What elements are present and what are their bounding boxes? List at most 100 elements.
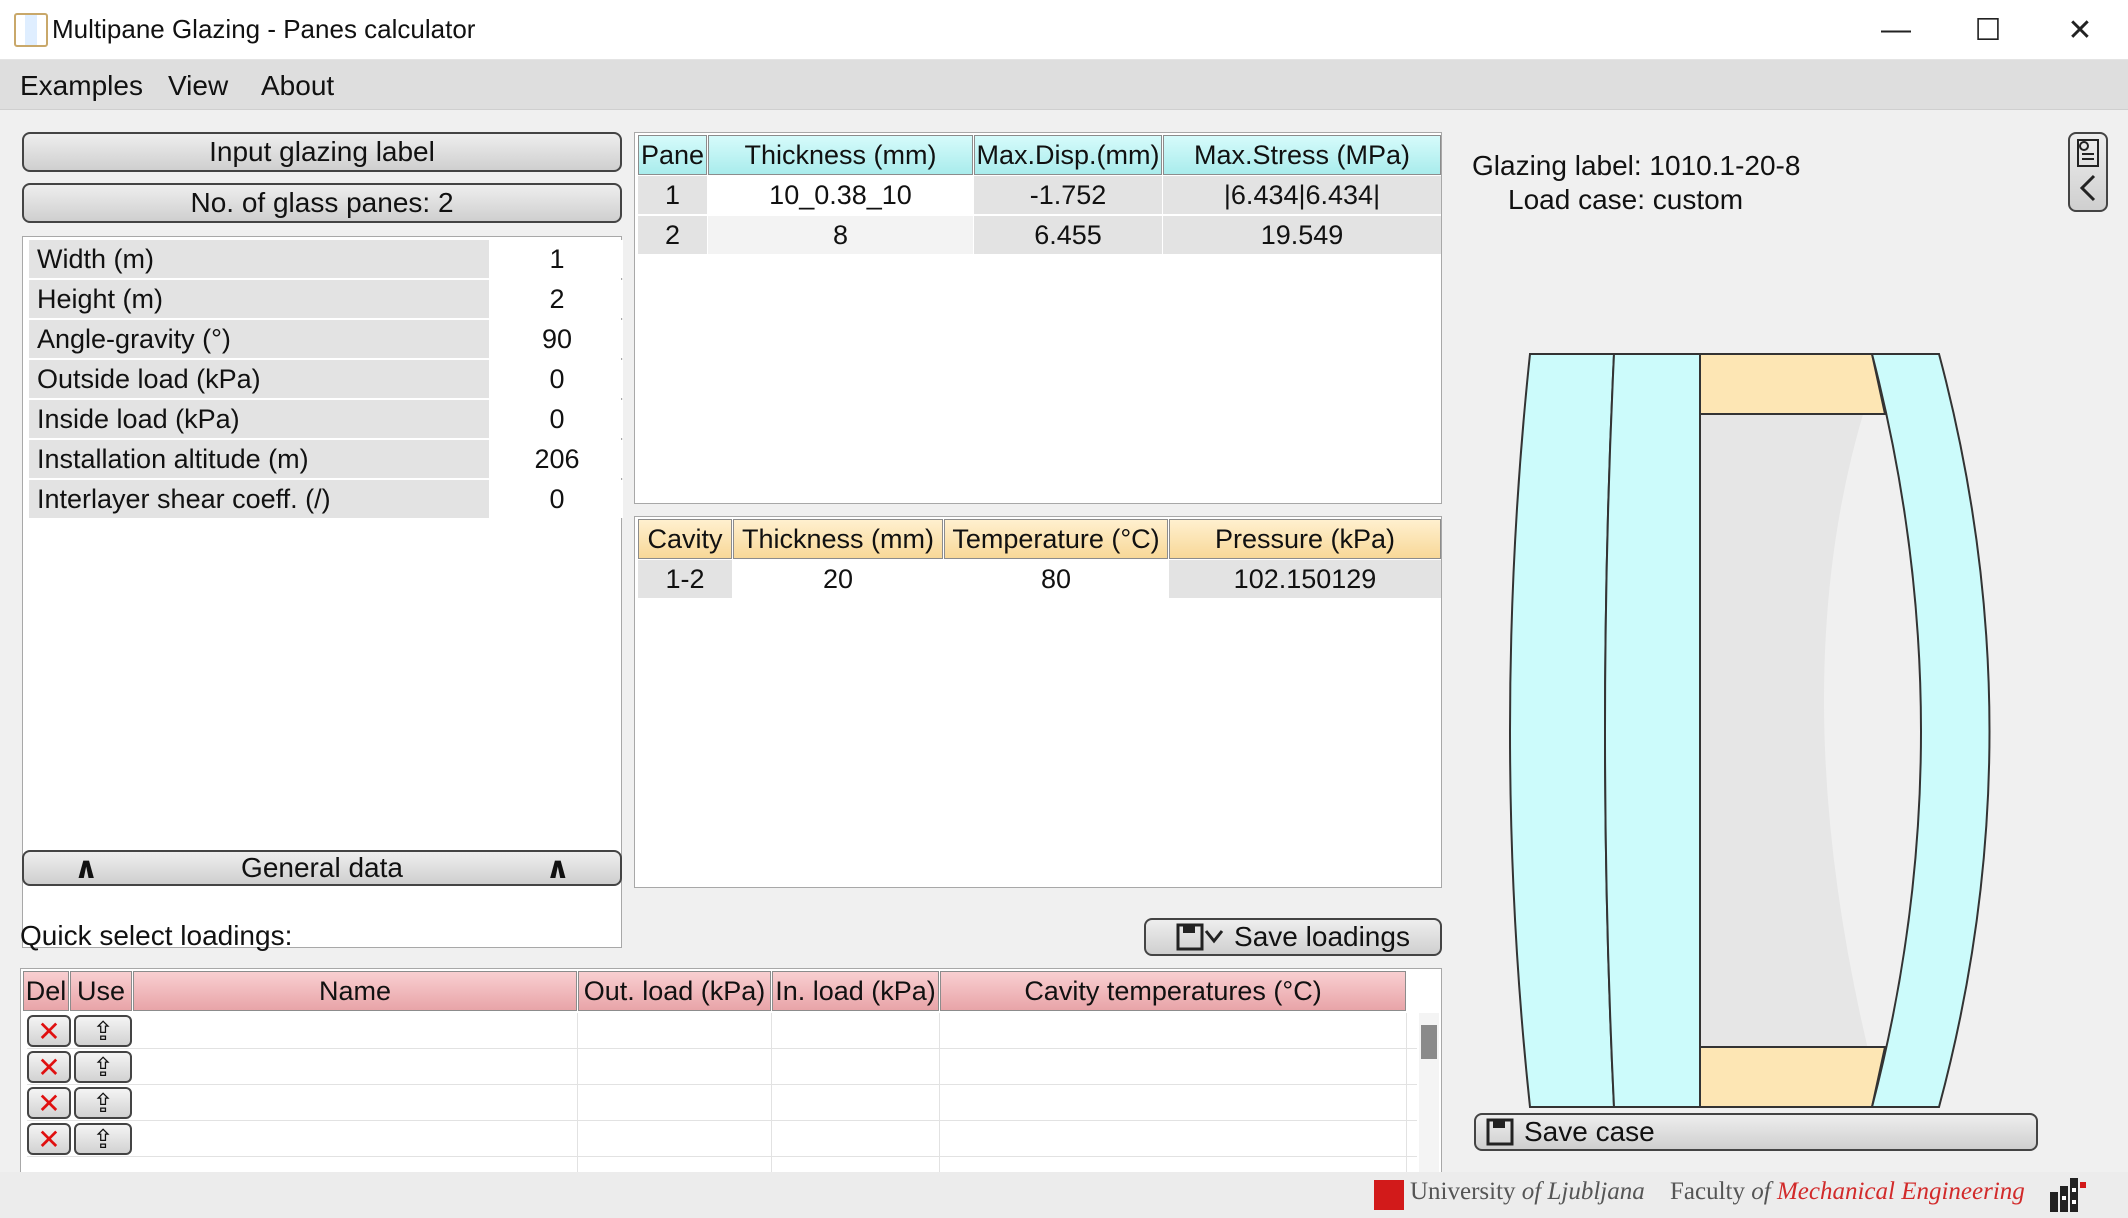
pane-1-inner-leaf: [1604, 353, 1701, 1108]
cavity-1-thickness[interactable]: 20: [733, 560, 943, 598]
general-data-text: General data: [241, 852, 403, 883]
property-name: Angle-gravity (°): [29, 320, 489, 358]
inside-load-input[interactable]: 0: [491, 400, 623, 438]
cavity-1-pressure: 102.150129: [1169, 560, 1441, 598]
property-row-angle: Angle-gravity (°) 90: [29, 320, 623, 358]
scrollbar-thumb[interactable]: [1421, 1025, 1437, 1059]
loadings-header-use: Use: [70, 971, 132, 1011]
loading-row: ✕ ⇪: [27, 1121, 1417, 1157]
main-content: Input glazing label No. of glass panes: …: [0, 110, 2128, 1218]
delete-row-button[interactable]: ✕: [27, 1087, 71, 1119]
pane-2-thickness[interactable]: 8: [708, 216, 973, 254]
delete-row-button[interactable]: ✕: [27, 1051, 71, 1083]
altitude-input[interactable]: 206: [491, 440, 623, 478]
panes-table: Pane Thickness (mm) Max.Disp.(mm) Max.St…: [634, 132, 1442, 504]
pane-1-max-disp: -1.752: [974, 176, 1162, 214]
maximize-button[interactable]: ☐: [1942, 0, 2034, 60]
use-row-button[interactable]: ⇪: [74, 1087, 132, 1119]
loading-row: ✕ ⇪: [27, 1049, 1417, 1085]
property-name: Interlayer shear coeff. (/): [29, 480, 489, 518]
property-name: Width (m): [29, 240, 489, 278]
save-dropdown-icon: [1176, 923, 1224, 951]
save-loadings-button[interactable]: Save loadings: [1144, 918, 1442, 956]
footer-bar: University of Ljubljana Faculty of Mecha…: [0, 1172, 2128, 1218]
pane-1-max-stress: |6.434|6.434|: [1163, 176, 1441, 214]
faculty-name: Faculty of Mechanical Engineering: [1670, 1178, 2025, 1205]
property-row-outside-load: Outside load (kPa) 0: [29, 360, 623, 398]
outside-load-input[interactable]: 0: [491, 360, 623, 398]
delete-icon: ✕: [37, 1087, 61, 1119]
chevron-up-icon: ∧: [74, 851, 99, 885]
title-bar: Multipane Glazing - Panes calculator — ☐…: [0, 0, 2128, 60]
delete-icon: ✕: [37, 1015, 61, 1047]
app-icon: [14, 13, 48, 47]
panes-header-thickness: Thickness (mm): [708, 135, 973, 175]
panes-header-max-disp: Max.Disp.(mm): [974, 135, 1162, 175]
loading-row: ✕ ⇪: [27, 1085, 1417, 1121]
delete-icon: ✕: [37, 1123, 61, 1155]
close-button[interactable]: ✕: [2034, 0, 2126, 60]
property-row-altitude: Installation altitude (m) 206: [29, 440, 623, 478]
glazing-label-display: Glazing label: 1010.1-20-8: [1472, 150, 1801, 181]
property-name: Outside load (kPa): [29, 360, 489, 398]
cavity-1-id: 1-2: [638, 560, 732, 598]
close-icon: ✕: [2067, 13, 2093, 47]
input-glazing-label-button[interactable]: Input glazing label: [22, 132, 622, 172]
panes-header-max-stress: Max.Stress (MPa): [1163, 135, 1441, 175]
pane-2-number: 2: [638, 216, 707, 254]
panes-header-pane: Pane: [638, 135, 707, 175]
loadings-header-in-load: In. load (kPa): [772, 971, 939, 1011]
faculty-logo-icon: [2050, 1178, 2086, 1212]
loadings-header-del: Del: [23, 971, 69, 1011]
property-name: Installation altitude (m): [29, 440, 489, 478]
menu-about[interactable]: About: [261, 70, 334, 102]
property-name: Height (m): [29, 280, 489, 318]
menu-examples[interactable]: Examples: [20, 70, 143, 102]
upload-icon: ⇪: [92, 1015, 114, 1046]
glass-panes-text: No. of glass panes: 2: [190, 187, 454, 218]
menu-bar: Examples View About: [0, 60, 2128, 110]
glazing-cross-section: [1509, 353, 1991, 1108]
upload-icon: ⇪: [92, 1051, 114, 1082]
spacer-bottom: [1699, 1046, 1887, 1108]
angle-gravity-input[interactable]: 90: [491, 320, 623, 358]
minimize-button[interactable]: —: [1850, 0, 1942, 60]
property-row-shear-coeff: Interlayer shear coeff. (/) 0: [29, 480, 623, 518]
minimize-icon: —: [1881, 13, 1911, 46]
property-row-width: Width (m) 1: [29, 240, 623, 278]
cavity-1-temperature[interactable]: 80: [944, 560, 1168, 598]
use-row-button[interactable]: ⇪: [74, 1123, 132, 1155]
save-icon: [1486, 1118, 1514, 1146]
use-row-button[interactable]: ⇪: [74, 1015, 132, 1047]
glass-panes-button[interactable]: No. of glass panes: 2: [22, 183, 622, 223]
cavity-header-cavity: Cavity: [638, 519, 732, 559]
save-case-button[interactable]: Save case: [1474, 1113, 2038, 1151]
side-panel-toggle-button[interactable]: [2068, 132, 2108, 212]
cavity-header-temperature: Temperature (°C): [944, 519, 1168, 559]
cavity-header-pressure: Pressure (kPa): [1169, 519, 1441, 559]
menu-view[interactable]: View: [168, 70, 228, 102]
general-data-button[interactable]: ∧ General data ∧: [22, 850, 622, 886]
width-input[interactable]: 1: [491, 240, 623, 278]
load-case-display: Load case: custom: [1508, 184, 1744, 215]
pane-1-outer-leaf: [1509, 353, 1616, 1108]
property-name: Inside load (kPa): [29, 400, 489, 438]
university-logo-icon: [1374, 1180, 1404, 1210]
pane-1-thickness[interactable]: 10_0.38_10: [708, 176, 973, 214]
delete-row-button[interactable]: ✕: [27, 1123, 71, 1155]
use-row-button[interactable]: ⇪: [74, 1051, 132, 1083]
maximize-icon: ☐: [1974, 13, 2002, 47]
property-row-height: Height (m) 2: [29, 280, 623, 318]
property-row-inside-load: Inside load (kPa) 0: [29, 400, 623, 438]
pane-2-max-stress: 19.549: [1163, 216, 1441, 254]
delete-row-button[interactable]: ✕: [27, 1015, 71, 1047]
pane-2-max-disp: 6.455: [974, 216, 1162, 254]
cavity-table: Cavity Thickness (mm) Temperature (°C) P…: [634, 516, 1442, 888]
shear-coeff-input[interactable]: 0: [491, 480, 623, 518]
quick-select-label: Quick select loadings:: [20, 920, 293, 951]
cavity-header-thickness: Thickness (mm): [733, 519, 943, 559]
loading-row: ✕ ⇪: [27, 1013, 1417, 1049]
height-input[interactable]: 2: [491, 280, 623, 318]
pane-1-number: 1: [638, 176, 707, 214]
pane-2: [1870, 353, 1991, 1108]
